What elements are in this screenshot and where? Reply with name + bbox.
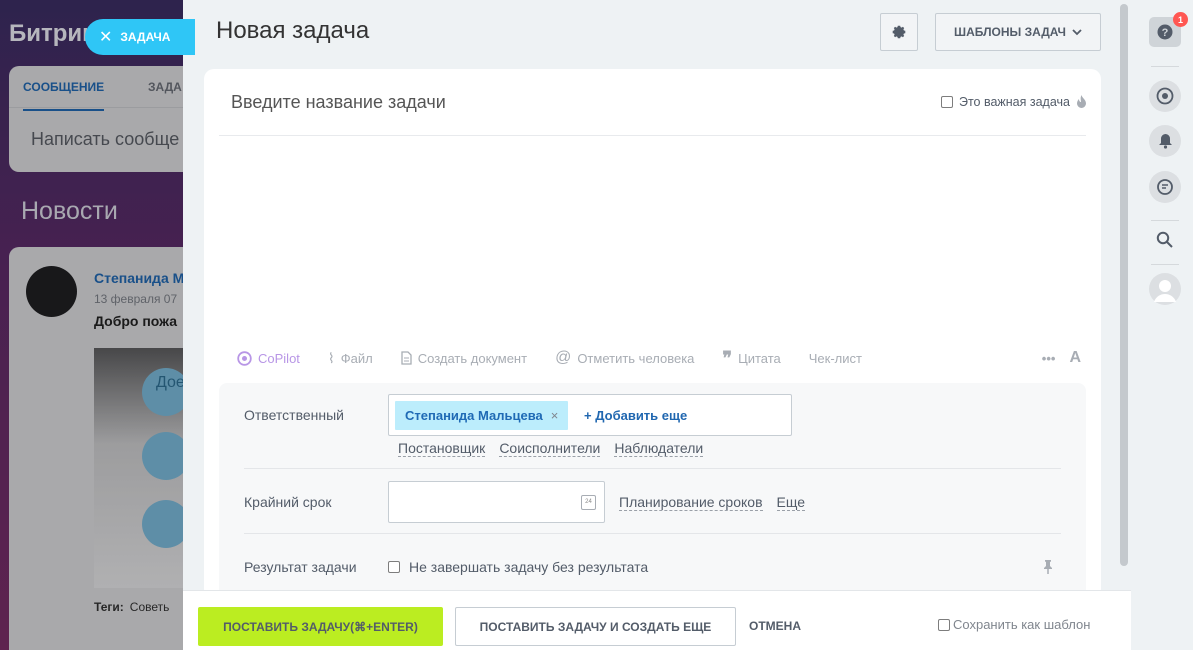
role-coexecutors-link[interactable]: Соисполнители (499, 440, 601, 457)
time-planning-link[interactable]: Планирование сроков (619, 494, 763, 511)
important-task-toggle[interactable]: Это важная задача (940, 95, 1087, 109)
bell-icon (1158, 134, 1172, 149)
submit-task-button[interactable]: ПОСТАВИТЬ ЗАДАЧУ(⌘+ENTER) (198, 607, 443, 646)
task-title-input[interactable]: Введите название задачи (231, 92, 446, 113)
cancel-button[interactable]: ОТМЕНА (749, 619, 801, 633)
copilot-icon (237, 350, 252, 366)
editor-toolbar: CoPilot ⌇ Файл Создать документ @ Отмети… (237, 348, 1081, 368)
user-avatar-icon (1154, 280, 1176, 302)
require-result-toggle[interactable]: Не завершать задачу без результата (388, 559, 648, 575)
result-label: Результат задачи (244, 559, 357, 575)
calendar-icon[interactable]: 24 (581, 495, 596, 510)
role-links: Постановщик Соисполнители Наблюдатели (398, 440, 704, 457)
quote-label: Цитата (738, 350, 781, 366)
svg-text:?: ? (1162, 27, 1169, 39)
deadline-links: Планирование сроков Еще (619, 494, 806, 511)
important-label: Это важная задача (958, 95, 1070, 109)
responsible-label: Ответственный (244, 407, 344, 423)
quote-icon: ❞ (722, 348, 733, 368)
fire-icon (1077, 95, 1086, 108)
page-title: Новая задача (216, 17, 370, 44)
notifications-button[interactable] (1149, 125, 1181, 157)
role-creator-link[interactable]: Постановщик (398, 440, 486, 457)
create-document-button[interactable]: Создать документ (401, 351, 527, 366)
copilot-icon (1156, 87, 1174, 105)
search-icon (1156, 231, 1173, 248)
task-form-card: Введите название задачи Это важная задач… (204, 69, 1101, 599)
file-label: Файл (340, 350, 373, 366)
form-footer: ПОСТАВИТЬ ЗАДАЧУ(⌘+ENTER) ПОСТАВИТЬ ЗАДА… (183, 590, 1131, 650)
copilot-sidebar-button[interactable] (1149, 80, 1181, 112)
templates-button-label: ШАБЛОНЫ ЗАДАЧ (954, 25, 1066, 39)
responsible-field[interactable]: Степанида Мальцева × + Добавить еще (388, 394, 792, 436)
deadline-label: Крайний срок (244, 494, 332, 510)
require-result-label: Не завершать задачу без результата (409, 559, 649, 575)
save-template-checkbox[interactable] (938, 618, 950, 631)
document-icon (401, 351, 412, 365)
rightbar-divider (1151, 220, 1179, 221)
mention-label: Отметить человека (577, 350, 695, 366)
checklist-button[interactable]: Чек-лист (809, 351, 862, 366)
task-pill-label: ЗАДАЧА (120, 30, 171, 44)
more-options-link[interactable]: Еще (776, 494, 806, 511)
close-icon: ✕ (99, 29, 113, 46)
copilot-button[interactable]: CoPilot (237, 351, 300, 366)
field-divider (244, 533, 1061, 534)
templates-button[interactable]: ШАБЛОНЫ ЗАДАЧ (935, 13, 1101, 51)
scrollbar[interactable] (1120, 4, 1128, 566)
settings-button[interactable] (880, 13, 918, 51)
at-icon: @ (555, 349, 572, 366)
checklist-label: Чек-лист (808, 350, 862, 366)
text-format-icon[interactable]: A (1069, 349, 1081, 367)
close-task-slider-button[interactable]: ✕ ЗАДАЧА (85, 19, 195, 55)
gear-icon (892, 25, 906, 39)
submit-and-create-button[interactable]: ПОСТАВИТЬ ЗАДАЧУ И СОЗДАТЬ ЕЩЕ (455, 607, 736, 646)
help-button[interactable]: ? 1 (1149, 12, 1188, 47)
right-sidebar: ? 1 (1131, 0, 1193, 650)
assignee-name: Степанида Мальцева (405, 408, 543, 423)
search-button[interactable] (1156, 231, 1173, 253)
pin-icon[interactable] (1043, 559, 1053, 575)
chevron-down-icon (1072, 28, 1082, 35)
deadline-input[interactable]: 24 (388, 481, 605, 523)
create-document-label: Создать документ (417, 350, 528, 366)
copilot-label: CoPilot (258, 350, 300, 366)
important-checkbox[interactable] (940, 96, 953, 108)
save-template-label: Сохранить как шаблон (953, 617, 1091, 632)
quote-button[interactable]: ❞ Цитата (722, 348, 781, 368)
task-fields: Ответственный Степанида Мальцева × + Доб… (219, 383, 1086, 599)
assignee-chip[interactable]: Степанида Мальцева × (395, 401, 569, 430)
help-badge: 1 (1173, 12, 1188, 27)
require-result-checkbox[interactable] (388, 561, 400, 573)
more-icon[interactable]: ••• (1042, 351, 1056, 366)
task-slider: Новая задача ШАБЛОНЫ ЗАДАЧ Введите назва… (183, 0, 1131, 650)
attach-file-button[interactable]: ⌇ Файл (328, 350, 373, 367)
help-icon: ? (1157, 24, 1173, 40)
user-avatar[interactable] (1149, 273, 1181, 305)
save-as-template-toggle[interactable]: Сохранить как шаблон (938, 617, 1090, 632)
rightbar-divider (1151, 264, 1179, 265)
add-assignee-link[interactable]: + Добавить еще (584, 408, 687, 423)
rightbar-divider (1151, 66, 1179, 67)
title-divider (219, 135, 1086, 136)
remove-assignee-icon[interactable]: × (551, 408, 559, 423)
role-observers-link[interactable]: Наблюдатели (614, 440, 704, 457)
mention-button[interactable]: @ Отметить человека (555, 349, 694, 367)
paperclip-icon: ⌇ (327, 349, 335, 366)
chat-icon (1157, 179, 1173, 195)
messenger-button[interactable] (1149, 171, 1181, 203)
field-divider (244, 468, 1061, 469)
